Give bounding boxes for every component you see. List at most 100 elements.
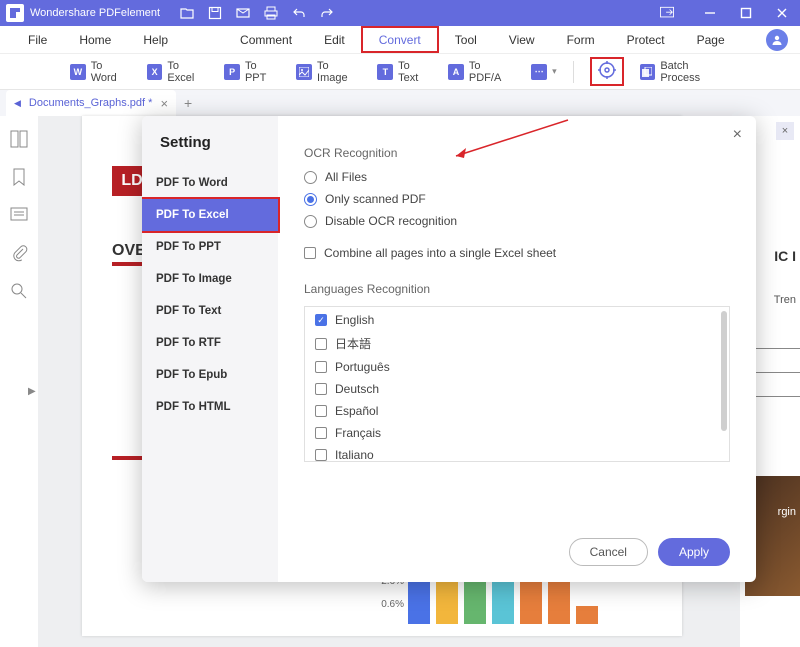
- print-icon[interactable]: [264, 6, 278, 20]
- lang-label: Deutsch: [335, 382, 379, 396]
- menu-form[interactable]: Form: [551, 26, 611, 53]
- menu-convert[interactable]: Convert: [361, 26, 439, 53]
- document-tab[interactable]: ◀ Documents_Graphs.pdf * ×: [6, 90, 176, 116]
- checkbox-icon: [315, 449, 327, 461]
- checkbox-icon: [304, 247, 316, 259]
- convert-toolbar: WTo Word XTo Excel PTo PPT To Image TTo …: [0, 54, 800, 90]
- checkbox-icon: [315, 427, 327, 439]
- menu-edit[interactable]: Edit: [308, 26, 361, 53]
- radio-icon: [304, 193, 317, 206]
- menu-home[interactable]: Home: [63, 26, 127, 53]
- ocr-scanned-option[interactable]: Only scanned PDF: [304, 192, 730, 206]
- lang-german[interactable]: Deutsch: [315, 382, 719, 396]
- combine-pages-checkbox[interactable]: Combine all pages into a single Excel sh…: [304, 246, 730, 260]
- user-avatar[interactable]: [766, 29, 788, 51]
- apply-button[interactable]: Apply: [658, 538, 730, 566]
- undo-icon[interactable]: [292, 6, 306, 20]
- lang-portuguese[interactable]: Português: [315, 360, 719, 374]
- sidebar-pdf-to-ppt[interactable]: PDF To PPT: [142, 231, 278, 263]
- to-word-button[interactable]: WTo Word: [70, 60, 131, 84]
- combine-label: Combine all pages into a single Excel sh…: [324, 246, 556, 260]
- language-list[interactable]: English 日本語 Português Deutsch Español Fr…: [304, 306, 730, 462]
- cancel-button[interactable]: Cancel: [569, 538, 648, 566]
- sidebar-pdf-to-text[interactable]: PDF To Text: [142, 295, 278, 327]
- maximize-button[interactable]: [728, 0, 764, 26]
- sidebar-pdf-to-excel[interactable]: PDF To Excel: [142, 199, 278, 231]
- lang-english[interactable]: English: [315, 313, 719, 327]
- lang-label: Português: [335, 360, 390, 374]
- radio-icon: [304, 215, 317, 228]
- sidebar-pdf-to-image[interactable]: PDF To Image: [142, 263, 278, 295]
- sidebar-pdf-to-epub[interactable]: PDF To Epub: [142, 359, 278, 391]
- chart-y-labels: 2.6% 0.6%: [364, 576, 404, 622]
- ppt-icon: P: [224, 64, 240, 80]
- dialog-close-icon[interactable]: ×: [733, 126, 742, 144]
- radio-icon: [304, 171, 317, 184]
- open-icon[interactable]: [180, 6, 194, 20]
- lang-french[interactable]: Français: [315, 426, 719, 440]
- to-pdfa-button[interactable]: ATo PDF/A: [448, 60, 515, 84]
- sidebar-pdf-to-html[interactable]: PDF To HTML: [142, 391, 278, 423]
- menu-comment[interactable]: Comment: [224, 26, 308, 53]
- redo-icon[interactable]: [320, 6, 334, 20]
- chart-label-2: 0.6%: [364, 599, 404, 610]
- to-ppt-label: To PPT: [245, 60, 280, 84]
- more-formats-button[interactable]: ⋯▾: [531, 64, 557, 80]
- language-scrollbar[interactable]: [721, 311, 727, 431]
- checkbox-icon: [315, 314, 327, 326]
- ocr-all-files-option[interactable]: All Files: [304, 170, 730, 184]
- menu-view[interactable]: View: [493, 26, 551, 53]
- menu-page[interactable]: Page: [681, 26, 741, 53]
- comments-icon[interactable]: [10, 206, 28, 224]
- mail-icon[interactable]: [236, 6, 250, 20]
- save-icon[interactable]: [208, 6, 222, 20]
- to-ppt-button[interactable]: P To PPT: [224, 60, 280, 84]
- pdfa-icon: A: [448, 64, 464, 80]
- sidebar-pdf-to-rtf[interactable]: PDF To RTF: [142, 327, 278, 359]
- to-image-button[interactable]: To Image: [296, 60, 361, 84]
- to-excel-button[interactable]: XTo Excel: [147, 60, 209, 84]
- bar: [464, 578, 486, 624]
- dialog-sidebar: Setting PDF To Word PDF To Excel PDF To …: [142, 116, 278, 582]
- bookmark-icon[interactable]: [10, 168, 28, 186]
- right-rule: [750, 348, 800, 349]
- ocr-disable-option[interactable]: Disable OCR recognition: [304, 214, 730, 228]
- collapse-rail-icon[interactable]: ▶: [28, 386, 36, 397]
- menu-help[interactable]: Help: [127, 26, 184, 53]
- menubar: File Home Help Comment Edit Convert Tool…: [0, 26, 800, 54]
- lang-spanish[interactable]: Español: [315, 404, 719, 418]
- thumbnails-icon[interactable]: [10, 130, 28, 148]
- dialog-main: × OCR Recognition All Files Only scanned…: [278, 116, 756, 582]
- right-text-2: Tren: [774, 294, 796, 306]
- lang-italian[interactable]: Italiano: [315, 448, 719, 462]
- dialog-buttons: Cancel Apply: [569, 538, 730, 566]
- share-icon[interactable]: [660, 6, 674, 20]
- attachment-icon[interactable]: [10, 244, 28, 262]
- minimize-button[interactable]: [692, 0, 728, 26]
- to-excel-label: To Excel: [167, 60, 208, 84]
- left-panel-rail: [0, 116, 38, 300]
- batch-process-button[interactable]: Batch Process: [640, 60, 730, 84]
- menu-tool[interactable]: Tool: [439, 26, 493, 53]
- word-icon: W: [70, 64, 86, 80]
- add-tab-button[interactable]: +: [184, 95, 192, 111]
- to-text-button[interactable]: TTo Text: [377, 60, 432, 84]
- convert-settings-button[interactable]: [590, 57, 624, 86]
- lang-label: 日本語: [335, 335, 371, 352]
- batch-label: Batch Process: [660, 60, 730, 84]
- lang-label: Français: [335, 426, 381, 440]
- search-icon[interactable]: [10, 282, 28, 300]
- menu-protect[interactable]: Protect: [611, 26, 681, 53]
- side-panel-close-icon[interactable]: ×: [776, 122, 794, 140]
- menu-file[interactable]: File: [12, 26, 63, 53]
- text-icon: T: [377, 64, 393, 80]
- close-window-button[interactable]: [764, 0, 800, 26]
- bar: [548, 578, 570, 624]
- lang-label: Español: [335, 404, 378, 418]
- ocr-section-header: OCR Recognition: [304, 146, 730, 160]
- lang-label: English: [335, 313, 374, 327]
- tab-close-icon[interactable]: ×: [160, 96, 168, 111]
- lang-japanese[interactable]: 日本語: [315, 335, 719, 352]
- sidebar-pdf-to-word[interactable]: PDF To Word: [142, 167, 278, 199]
- image-icon: [296, 64, 312, 80]
